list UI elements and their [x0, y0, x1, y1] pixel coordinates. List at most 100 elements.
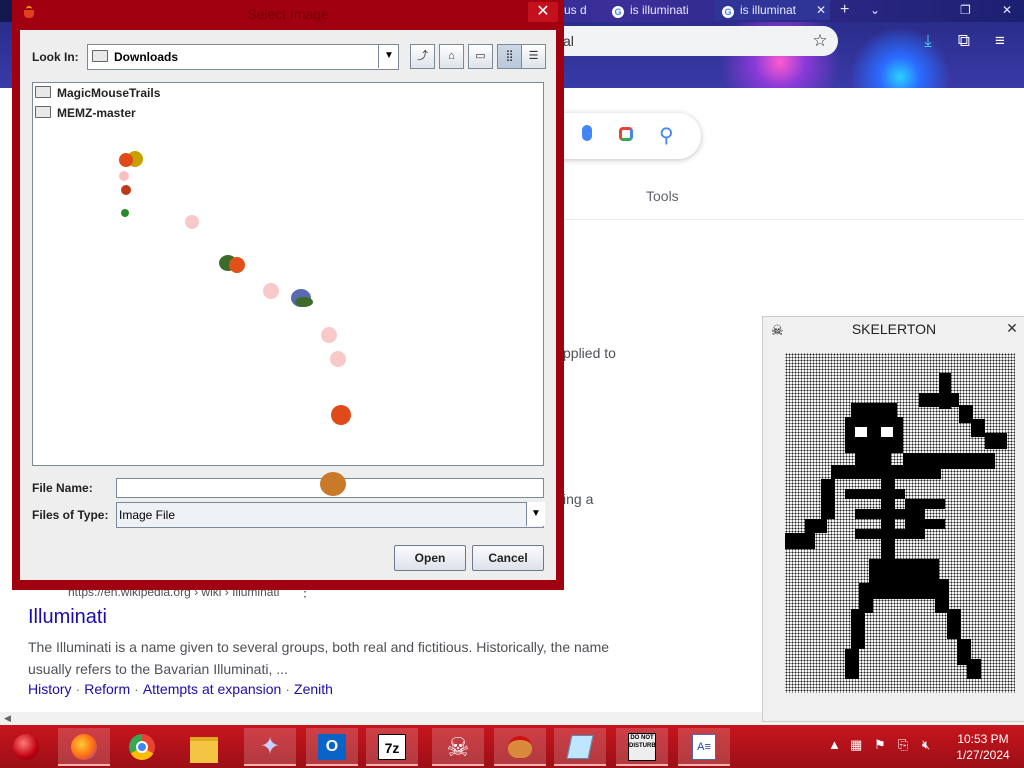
file-item-label: MagicMouseTrails — [57, 86, 161, 100]
microphone-icon[interactable] — [582, 125, 592, 141]
sitelink-reform[interactable]: Reform — [84, 681, 130, 697]
look-in-combobox[interactable]: Downloads — [87, 44, 399, 70]
look-in-value: Downloads — [114, 50, 179, 64]
dialog-titlebar[interactable]: Select Image ✕ — [12, 0, 564, 30]
details-view-icon[interactable]: ☰ — [521, 44, 546, 69]
trail-sprite — [331, 405, 351, 425]
result-title[interactable]: Illuminati — [28, 606, 107, 629]
tab-label: is illuminat — [740, 3, 797, 17]
file-item-label: MEMZ-master — [57, 106, 136, 120]
files-of-type-value: Image File — [119, 508, 176, 522]
tools-tab[interactable]: Tools — [646, 188, 679, 204]
notepad-icon[interactable] — [554, 728, 606, 766]
new-tab-icon[interactable]: + — [832, 0, 860, 20]
trail-sprite — [121, 209, 129, 217]
result-description: The Illuminati is a name given to severa… — [28, 639, 610, 677]
download-icon[interactable]: ⤓ — [916, 29, 940, 53]
trail-sprite — [119, 171, 129, 181]
result-sitelinks: History · Reform · Attempts at expansion · Zen… — [28, 681, 333, 697]
dialog-body: Look In: Downloads ▼ ⤴ ⌂ ▭ ⣿ ☰ MagicMous… — [20, 30, 556, 580]
file-explorer-icon[interactable] — [178, 728, 230, 766]
file-list[interactable]: MagicMouseTrails MEMZ-master — [32, 82, 544, 466]
clock[interactable]: 10:53 PM 1/27/2024 — [948, 731, 1018, 763]
trail-sprite — [263, 283, 279, 299]
trail-sprite — [320, 472, 346, 496]
clock-date: 1/27/2024 — [956, 748, 1010, 762]
trail-sprite — [295, 297, 313, 307]
look-in-dropdown-icon[interactable]: ▼ — [378, 44, 399, 68]
cancel-button[interactable]: Cancel — [472, 545, 544, 571]
tray-overflow-icon[interactable]: ▲ — [828, 737, 841, 752]
cursor-app-icon[interactable]: ✦ — [244, 728, 296, 766]
list-view-icon[interactable]: ⣿ — [497, 44, 522, 69]
dialog-close-button[interactable]: ✕ — [528, 2, 558, 22]
skelerton-window: ☠ SKELERTON ✕ — [762, 316, 1024, 722]
address-text: al — [563, 33, 574, 49]
device-icon[interactable]: ⎘ — [898, 737, 908, 753]
extensions-icon[interactable]: ⧉ — [952, 29, 976, 53]
trail-sprite — [321, 327, 337, 343]
tab-label: us d — [564, 3, 587, 17]
dialog-title: Select Image — [247, 6, 329, 22]
skeleton-figure — [785, 373, 1007, 679]
start-orb-icon[interactable] — [0, 728, 52, 766]
sitelink-zenith[interactable]: Zenith — [294, 681, 333, 697]
skelerton-title: SKELERTON — [851, 321, 937, 337]
search-box[interactable]: ⚲ — [555, 113, 701, 159]
files-of-type-dropdown-icon[interactable]: ▼ — [526, 502, 545, 526]
browser-tab-3[interactable]: Gis illuminat ✕ — [714, 0, 830, 20]
scroll-left-icon[interactable]: ◀ — [4, 713, 11, 724]
skeleton-animation — [785, 353, 1015, 693]
tab-label: is illuminati — [630, 3, 689, 17]
skull-icon[interactable]: ☠ — [432, 728, 484, 766]
wordpad-icon[interactable]: A≡ — [678, 728, 730, 766]
open-button[interactable]: Open — [394, 545, 466, 571]
bookmark-star-icon[interactable]: ☆ — [808, 29, 832, 53]
lens-icon[interactable] — [619, 127, 633, 141]
address-bar[interactable]: al — [555, 26, 838, 56]
file-item-magicmousetrails[interactable]: MagicMouseTrails — [35, 83, 160, 103]
divider — [555, 219, 1024, 220]
sitelink-history[interactable]: History — [28, 681, 72, 697]
files-of-type-label: Files of Type: — [32, 508, 109, 522]
firefox-icon[interactable] — [58, 728, 110, 766]
do-not-disturb-icon[interactable]: DO NOT DISTURB — [616, 728, 668, 766]
trail-sprite — [185, 215, 199, 229]
chrome-icon[interactable] — [116, 728, 168, 766]
clock-time: 10:53 PM — [957, 732, 1009, 746]
trail-sprite — [330, 351, 346, 367]
volume-icon[interactable]: 🔇︎ — [922, 737, 930, 753]
folder-icon — [35, 106, 51, 118]
snippet-fragment: pplied to — [563, 345, 616, 361]
sitelink-attempts[interactable]: Attempts at expansion — [143, 681, 282, 697]
7zip-icon[interactable]: 7z — [366, 728, 418, 766]
up-folder-icon[interactable]: ⤴ — [410, 44, 435, 69]
flag-icon[interactable]: ⚑ — [874, 737, 886, 753]
browser-tab-2[interactable]: Gis illuminati — [604, 0, 716, 20]
file-item-memz-master[interactable]: MEMZ-master — [35, 103, 136, 123]
network-icon[interactable]: ▦ — [850, 737, 862, 753]
outlook-icon[interactable]: O — [306, 728, 358, 766]
select-image-dialog: Select Image ✕ Look In: Downloads ▼ ⤴ ⌂ … — [12, 0, 564, 590]
files-of-type-combobox[interactable]: Image File — [116, 502, 544, 528]
tab-close-icon[interactable]: ✕ — [816, 0, 826, 20]
skelerton-close-button[interactable]: ✕ — [999, 317, 1024, 339]
trail-sprite — [119, 153, 133, 167]
home-folder-icon[interactable]: ⌂ — [439, 44, 464, 69]
chicken-icon[interactable] — [494, 728, 546, 766]
search-icon[interactable]: ⚲ — [659, 123, 674, 148]
look-in-label: Look In: — [32, 50, 79, 64]
trail-sprite — [121, 185, 131, 195]
menu-icon[interactable]: ≡ — [988, 29, 1012, 53]
folder-icon — [35, 86, 51, 98]
google-icon: G — [722, 6, 734, 18]
close-window-icon[interactable]: ✕ — [994, 0, 1022, 20]
google-icon: G — [612, 6, 624, 18]
new-folder-icon[interactable]: ▭ — [468, 44, 493, 69]
trail-sprite — [229, 257, 245, 273]
folder-icon — [92, 50, 108, 62]
snippet-fragment: ing a — [563, 491, 594, 507]
file-name-label: File Name: — [32, 481, 93, 495]
tab-list-chevron-icon[interactable]: ⌄ — [862, 0, 890, 20]
restore-window-icon[interactable]: ❐ — [952, 0, 980, 20]
